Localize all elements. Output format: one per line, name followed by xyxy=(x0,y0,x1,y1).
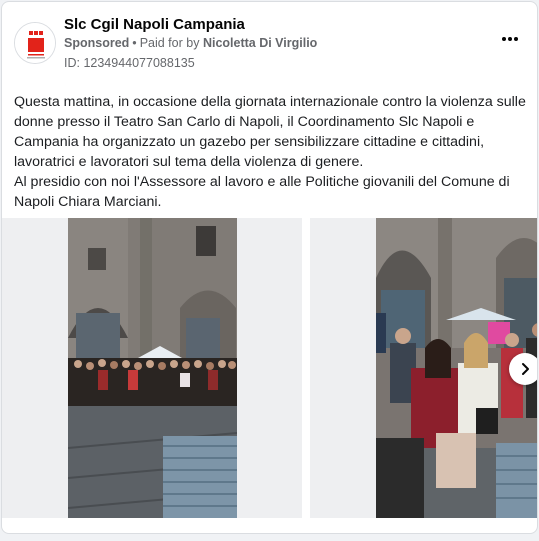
group-photo-image xyxy=(68,218,237,518)
sponsored-meta: Sponsored • Paid for by Nicoletta Di Virgi… xyxy=(64,36,317,50)
more-options-icon xyxy=(501,37,506,41)
meta-separator: • xyxy=(132,36,137,50)
more-options-dot xyxy=(508,37,512,41)
image-carousel[interactable] xyxy=(2,218,537,518)
sponsored-label[interactable]: Sponsored xyxy=(64,36,129,50)
ad-id: ID: 1234944077088135 xyxy=(64,56,195,70)
more-options-dot xyxy=(514,37,519,41)
chevron-right-icon xyxy=(522,363,529,375)
carousel-slide-2[interactable] xyxy=(310,218,537,518)
page-avatar[interactable] xyxy=(14,22,56,64)
post-text: Questa mattina, in occasione della giorn… xyxy=(14,94,526,210)
paid-for-name: Nicoletta Di Virgilio xyxy=(202,36,318,50)
page-name-link[interactable]: Slc Cgil Napoli Campania xyxy=(64,16,245,33)
sponsored-post-card: Slc Cgil Napoli Campania Sponsored • Paid … xyxy=(1,1,538,534)
slc-cgil-logo-icon xyxy=(15,23,55,63)
more-options-button[interactable] xyxy=(497,30,523,48)
carousel-slide-1[interactable] xyxy=(2,218,302,518)
paid-for-prefix: Paid for by xyxy=(139,36,200,50)
carousel-next-button[interactable] xyxy=(509,353,537,385)
